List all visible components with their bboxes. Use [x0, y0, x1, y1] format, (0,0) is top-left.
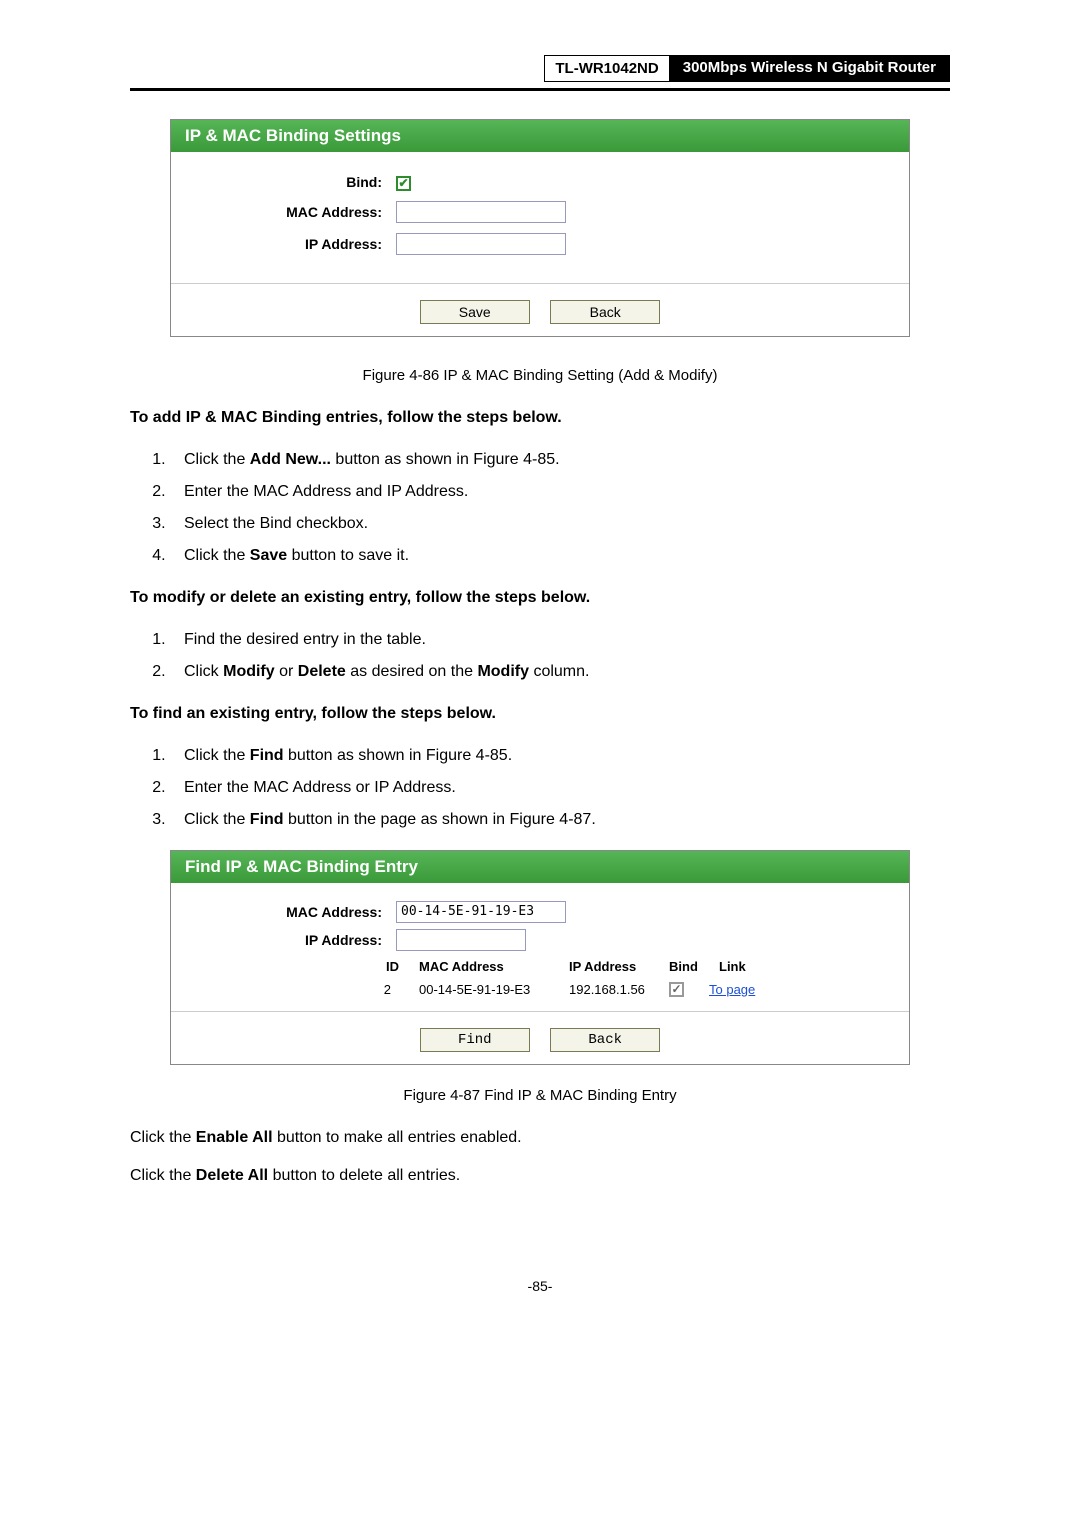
panel-buttons: Find Back	[171, 1011, 909, 1064]
page-header: TL-WR1042ND 300Mbps Wireless N Gigabit R…	[130, 55, 950, 82]
mac-label: MAC Address:	[171, 904, 396, 920]
row-bind-checkbox[interactable]: ✓	[669, 982, 684, 997]
delete-all-note: Click the Delete All button to delete al…	[130, 1164, 950, 1188]
mac-label: MAC Address:	[171, 204, 396, 220]
col-id: ID	[384, 959, 419, 974]
ip-label: IP Address:	[171, 236, 396, 252]
col-bind: Bind	[669, 959, 719, 974]
find-ip-input[interactable]	[396, 929, 526, 951]
panel-title: Find IP & MAC Binding Entry	[171, 851, 909, 883]
panel-body: MAC Address: IP Address: ID MAC Address …	[171, 883, 909, 1011]
model-description: 300Mbps Wireless N Gigabit Router	[669, 55, 950, 82]
panel-buttons: Save Back	[171, 283, 909, 336]
add-step-1: Click the Add New... button as shown in …	[170, 444, 950, 476]
add-step-2: Enter the MAC Address and IP Address.	[170, 476, 950, 508]
model-number: TL-WR1042ND	[544, 55, 668, 82]
find-mac-input[interactable]	[396, 901, 566, 923]
row-bind: ✓	[669, 982, 709, 997]
find-step-2: Enter the MAC Address or IP Address.	[170, 772, 950, 804]
figure-caption-486: Figure 4-86 IP & MAC Binding Setting (Ad…	[130, 367, 950, 384]
mac-input[interactable]	[396, 201, 566, 223]
find-mac-row: MAC Address:	[171, 901, 909, 923]
bind-label: Bind:	[171, 174, 396, 190]
bind-row: Bind: ✔	[171, 174, 909, 191]
ip-row: IP Address:	[171, 233, 909, 255]
back-button[interactable]: Back	[550, 1028, 660, 1052]
find-step-1: Click the Find button as shown in Figure…	[170, 740, 950, 772]
bind-checkbox[interactable]: ✔	[396, 176, 411, 191]
result-row: 2 00-14-5E-91-19-E3 192.168.1.56 ✓ To pa…	[171, 982, 909, 997]
modify-heading: To modify or delete an existing entry, f…	[130, 586, 950, 610]
add-steps: Click the Add New... button as shown in …	[160, 444, 950, 572]
ip-label: IP Address:	[171, 932, 396, 948]
row-mac: 00-14-5E-91-19-E3	[419, 982, 569, 997]
back-button[interactable]: Back	[550, 300, 660, 324]
row-ip: 192.168.1.56	[569, 982, 669, 997]
add-step-3: Select the Bind checkbox.	[170, 508, 950, 540]
col-ip: IP Address	[569, 959, 669, 974]
find-button[interactable]: Find	[420, 1028, 530, 1052]
find-binding-panel: Find IP & MAC Binding Entry MAC Address:…	[170, 850, 910, 1065]
figure-caption-487: Figure 4-87 Find IP & MAC Binding Entry	[130, 1087, 950, 1104]
find-heading: To find an existing entry, follow the st…	[130, 702, 950, 726]
mac-row: MAC Address:	[171, 201, 909, 223]
enable-all-note: Click the Enable All button to make all …	[130, 1126, 950, 1150]
header-rule	[130, 88, 950, 91]
find-step-3: Click the Find button in the page as sho…	[170, 804, 950, 836]
col-mac: MAC Address	[419, 959, 569, 974]
binding-settings-panel: IP & MAC Binding Settings Bind: ✔ MAC Ad…	[170, 119, 910, 337]
add-step-4: Click the Save button to save it.	[170, 540, 950, 572]
page-number: -85-	[130, 1278, 950, 1294]
save-button[interactable]: Save	[420, 300, 530, 324]
panel-title: IP & MAC Binding Settings	[171, 120, 909, 152]
panel-body: Bind: ✔ MAC Address: IP Address:	[171, 152, 909, 283]
modify-step-1: Find the desired entry in the table.	[170, 624, 950, 656]
row-id: 2	[377, 982, 419, 997]
add-heading: To add IP & MAC Binding entries, follow …	[130, 406, 950, 430]
modify-step-2: Click Modify or Delete as desired on the…	[170, 656, 950, 688]
to-page-link[interactable]: To page	[709, 982, 755, 997]
col-link: Link	[719, 959, 746, 974]
ip-input[interactable]	[396, 233, 566, 255]
result-header: ID MAC Address IP Address Bind Link	[171, 959, 909, 974]
find-steps: Click the Find button as shown in Figure…	[160, 740, 950, 836]
modify-steps: Find the desired entry in the table. Cli…	[160, 624, 950, 688]
find-ip-row: IP Address:	[171, 929, 909, 951]
